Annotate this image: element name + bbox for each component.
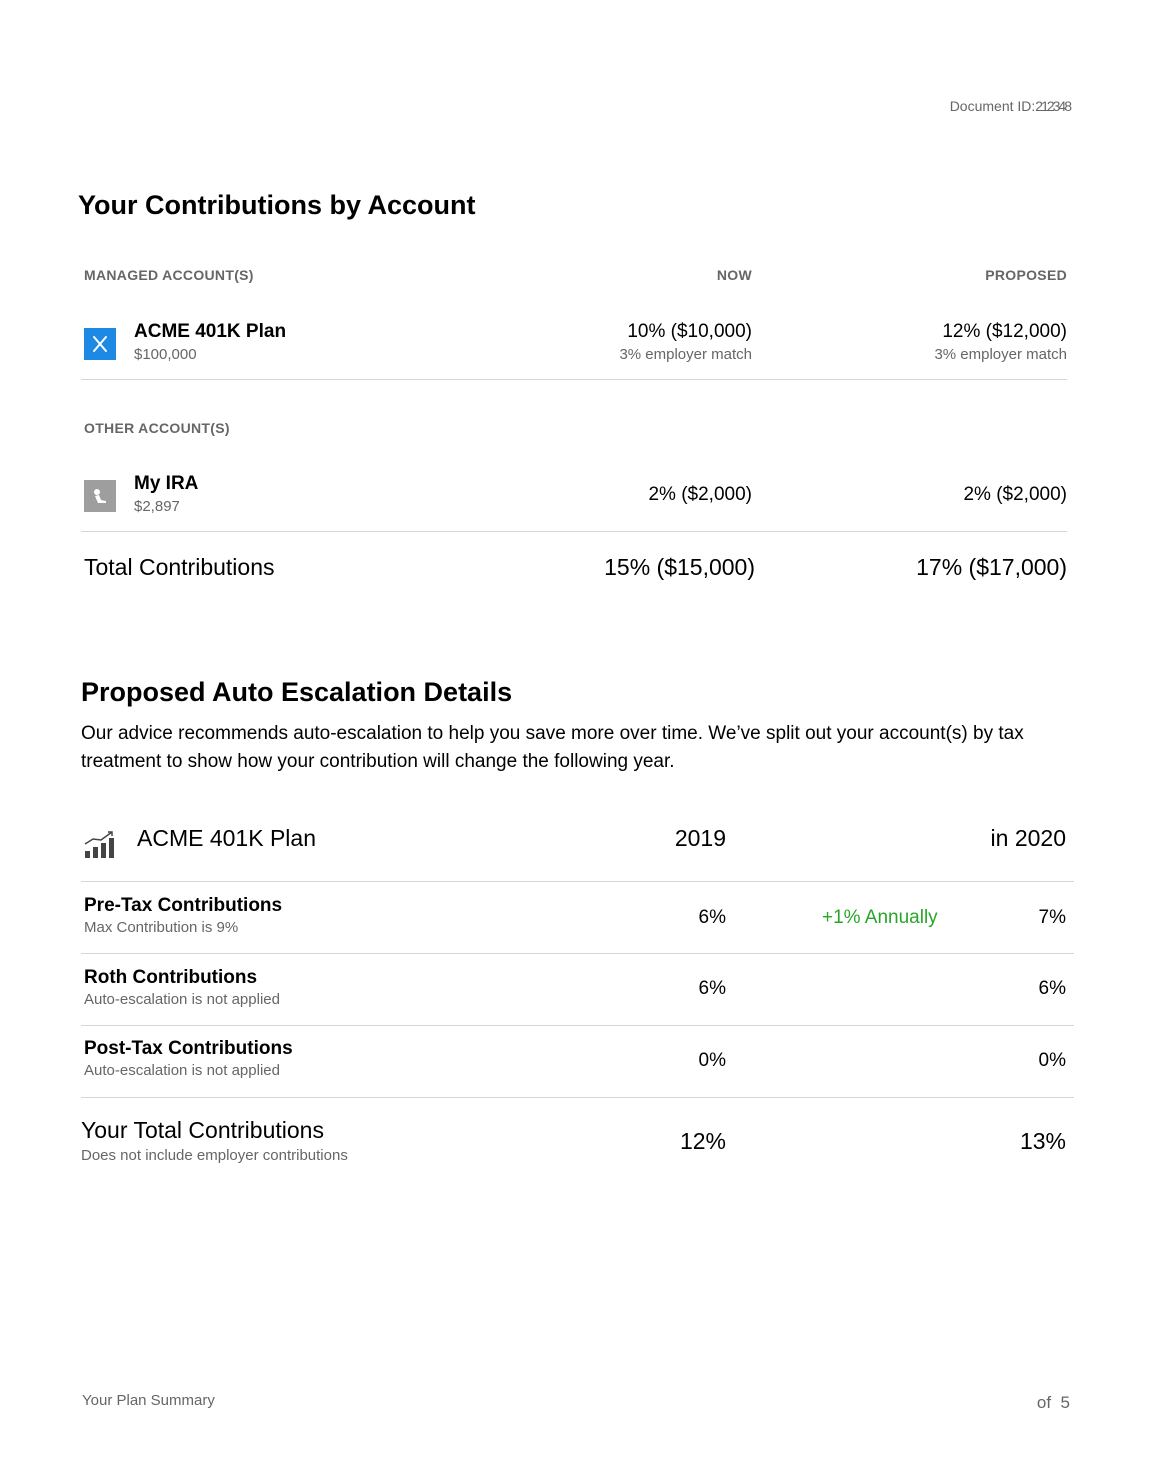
escalation-table: ACME 401K Plan 2019 in 2020 Pre-Tax Cont…: [81, 0, 1074, 1200]
row-note: Max Contribution is 9%: [84, 919, 239, 936]
row-next-value: 7%: [1038, 907, 1066, 928]
row-name: Post-Tax Contributions: [84, 1038, 293, 1059]
your-total-now: 12%: [679, 1128, 726, 1154]
row-name: Pre-Tax Contributions: [84, 895, 283, 916]
growth-chart-icon: [84, 829, 118, 864]
your-total-label: Your Total Contributions: [81, 1117, 324, 1143]
row-next-value: 6%: [1038, 978, 1066, 999]
annual-increase-label: +1% Annually: [822, 907, 938, 928]
footer-title: Your Plan Summary: [82, 1392, 215, 1409]
row-note: Auto-escalation is not applied: [84, 1062, 280, 1079]
row-now-value: 6%: [698, 907, 726, 928]
row-name: Roth Contributions: [84, 967, 258, 988]
page-number: of 5: [1036, 1393, 1070, 1412]
divider: [81, 953, 1074, 954]
plan-name: ACME 401K Plan: [137, 825, 316, 851]
your-total-next: 13%: [1019, 1128, 1066, 1154]
year-next: in 2020: [990, 825, 1066, 851]
row-now-value: 0%: [698, 1050, 726, 1071]
row-next-value: 0%: [1038, 1050, 1066, 1071]
row-now-value: 6%: [698, 978, 726, 999]
divider: [81, 1097, 1074, 1098]
divider: [81, 881, 1074, 882]
divider: [81, 1025, 1074, 1026]
your-total-note: Does not include employer contributions: [81, 1147, 348, 1164]
year-now: 2019: [674, 825, 726, 851]
row-note: Auto-escalation is not applied: [84, 991, 280, 1008]
